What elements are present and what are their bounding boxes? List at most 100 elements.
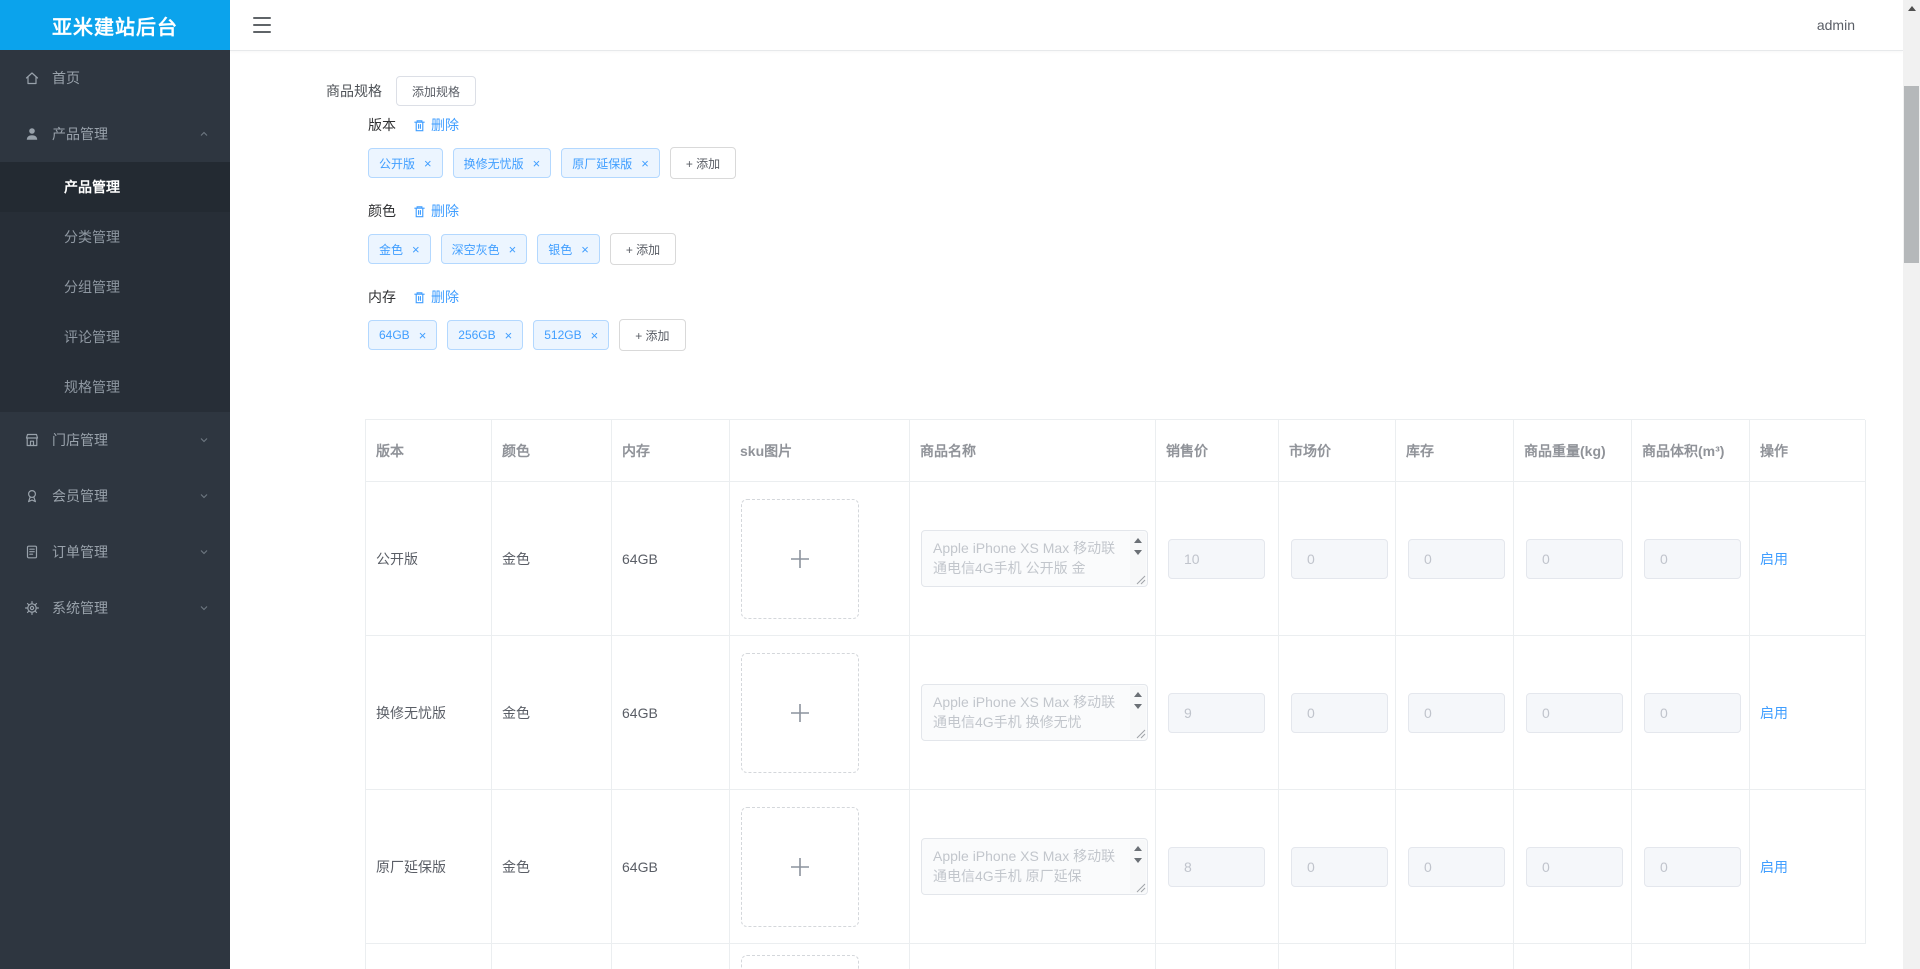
weight-input[interactable]: 0 — [1526, 692, 1623, 733]
spec-tag[interactable]: 256GB × — [447, 320, 524, 350]
tag-close-icon[interactable]: × — [412, 243, 420, 256]
sidebar-item-home[interactable]: 首页 — [0, 50, 230, 106]
add-tag-button[interactable]: + 添加 — [669, 147, 737, 179]
page-scrollbar[interactable] — [1903, 0, 1920, 969]
shop-icon — [24, 432, 40, 448]
sidebar-item-label: 首页 — [52, 70, 80, 86]
hamburger-menu-icon[interactable] — [253, 17, 273, 33]
scrollbar-up-icon[interactable] — [1903, 0, 1920, 17]
admin-user-menu[interactable]: admin — [1817, 17, 1903, 33]
sidebar-subitem-category-mgmt[interactable]: 分类管理 — [0, 212, 230, 262]
plus-icon — [791, 549, 809, 568]
tag-close-icon[interactable]: × — [533, 157, 541, 170]
weight-input[interactable]: 0 — [1526, 538, 1623, 579]
volume-input[interactable]: 0 — [1644, 692, 1741, 733]
add-tag-button[interactable]: + 添加 — [609, 233, 677, 265]
product-name-textarea[interactable]: Apple iPhone XS Max 移动联通电信4G手机 换修无忧 — [921, 684, 1148, 741]
delete-spec-link[interactable]: 删除 — [412, 201, 459, 221]
col-header-volume: 商品体积(m³) — [1632, 420, 1750, 482]
chevron-down-icon — [200, 494, 208, 499]
sidebar-item-store-mgmt[interactable]: 门店管理 — [0, 412, 230, 468]
sidebar-item-product-mgmt[interactable]: 产品管理 — [0, 106, 230, 162]
spec-tag[interactable]: 64GB × — [368, 320, 438, 350]
add-spec-button[interactable]: 添加规格 — [396, 76, 477, 106]
sku-image-upload[interactable] — [741, 652, 859, 773]
sidebar-item-member-mgmt[interactable]: 会员管理 — [0, 468, 230, 524]
sidebar-item-order-mgmt[interactable]: 订单管理 — [0, 524, 230, 580]
spec-tag[interactable]: 金色 × — [368, 234, 431, 264]
tag-close-icon[interactable]: × — [581, 243, 589, 256]
spec-tag[interactable]: 银色 × — [537, 234, 600, 264]
sale-price-input[interactable]: 9 — [1168, 692, 1265, 733]
sale-price-input[interactable]: 10 — [1168, 538, 1265, 579]
scroll-down-icon[interactable] — [1134, 704, 1142, 709]
topbar: admin — [230, 0, 1903, 51]
tag-close-icon[interactable]: × — [505, 329, 513, 342]
product-name-textarea[interactable]: Apple iPhone XS Max 移动联通电信4G手机 原厂延保 — [921, 838, 1148, 895]
col-header-market-price: 市场价 — [1279, 420, 1396, 482]
admin-app: 亚米建站后台 首页 产品管理 产品管理 分类管理 分组管理 评论管理 规格管理 — [0, 0, 1920, 969]
spec-tag[interactable]: 换修无忧版 × — [452, 148, 552, 178]
sidebar-subitem-group-mgmt[interactable]: 分组管理 — [0, 262, 230, 312]
volume-input[interactable]: 0 — [1644, 846, 1741, 887]
spec-tag[interactable]: 公开版 × — [368, 148, 443, 178]
resize-grip-icon[interactable] — [1136, 883, 1146, 893]
sidebar-subitem-spec-mgmt[interactable]: 规格管理 — [0, 362, 230, 412]
market-price-input[interactable]: 0 — [1291, 538, 1388, 579]
sidebar-subitem-comment-mgmt[interactable]: 评论管理 — [0, 312, 230, 362]
spec-section-head: 商品规格 添加规格 — [326, 76, 477, 106]
enable-link[interactable]: 启用 — [1760, 857, 1788, 877]
enable-link[interactable]: 启用 — [1760, 549, 1788, 569]
weight-input[interactable]: 0 — [1526, 846, 1623, 887]
spec-group-color: 颜色 删除 金色 × 深空灰色 × 银色 × + 添加 — [368, 196, 736, 266]
market-price-input[interactable]: 0 — [1291, 846, 1388, 887]
tag-close-icon[interactable]: × — [509, 243, 517, 256]
chevron-down-icon — [200, 438, 208, 443]
sale-price-input[interactable]: 8 — [1168, 846, 1265, 887]
resize-grip-icon[interactable] — [1136, 575, 1146, 585]
cell-version: 原厂延保版 — [366, 790, 492, 944]
tag-close-icon[interactable]: × — [424, 157, 432, 170]
scroll-up-icon[interactable] — [1134, 846, 1142, 851]
sku-image-upload[interactable] — [741, 955, 859, 969]
stock-input[interactable]: 0 — [1408, 692, 1505, 733]
stock-input[interactable]: 0 — [1408, 846, 1505, 887]
delete-spec-link[interactable]: 删除 — [412, 287, 459, 307]
product-mgmt-submenu: 产品管理 分类管理 分组管理 评论管理 规格管理 — [0, 162, 230, 412]
spec-group-name: 版本 — [368, 117, 396, 133]
scroll-down-icon[interactable] — [1134, 858, 1142, 863]
spec-group-name: 内存 — [368, 289, 396, 305]
market-price-input[interactable]: 0 — [1291, 692, 1388, 733]
enable-link[interactable]: 启用 — [1760, 703, 1788, 723]
tag-close-icon[interactable]: × — [641, 157, 649, 170]
scrollbar-thumb[interactable] — [1904, 86, 1919, 263]
delete-spec-link[interactable]: 删除 — [412, 115, 459, 135]
product-name-textarea[interactable]: Apple iPhone XS Max 移动联通电信4G手机 公开版 金 — [921, 530, 1148, 587]
spec-tag[interactable]: 512GB × — [533, 320, 610, 350]
cell-color: 金色 — [492, 790, 612, 944]
spec-tag[interactable]: 原厂延保版 × — [561, 148, 660, 178]
main-content: 商品规格 添加规格 版本 删除 公开版 × 换修无忧版 × 原厂延保版 × + 添加 — [230, 52, 1903, 969]
sidebar-subitem-product-mgmt[interactable]: 产品管理 — [0, 162, 230, 212]
sidebar-item-label: 会员管理 — [52, 488, 108, 504]
tag-close-icon[interactable]: × — [591, 329, 599, 342]
col-header-name: 商品名称 — [910, 420, 1156, 482]
add-tag-button[interactable]: + 添加 — [619, 319, 686, 351]
sidebar-item-label: 系统管理 — [52, 600, 108, 616]
resize-grip-icon[interactable] — [1136, 729, 1146, 739]
spec-group-name: 颜色 — [368, 203, 396, 219]
spec-tag[interactable]: 深空灰色 × — [440, 234, 528, 264]
stock-input[interactable]: 0 — [1408, 538, 1505, 579]
sku-image-upload[interactable] — [741, 806, 859, 927]
tag-close-icon[interactable]: × — [419, 329, 427, 342]
col-header-actions: 操作 — [1750, 420, 1866, 482]
trash-icon — [414, 119, 425, 131]
volume-input[interactable]: 0 — [1644, 538, 1741, 579]
sku-image-upload[interactable] — [741, 498, 859, 619]
scroll-down-icon[interactable] — [1134, 550, 1142, 555]
col-header-stock: 库存 — [1396, 420, 1514, 482]
gear-icon — [24, 600, 40, 616]
scroll-up-icon[interactable] — [1134, 692, 1142, 697]
sidebar-item-system-mgmt[interactable]: 系统管理 — [0, 580, 230, 636]
scroll-up-icon[interactable] — [1134, 538, 1142, 543]
